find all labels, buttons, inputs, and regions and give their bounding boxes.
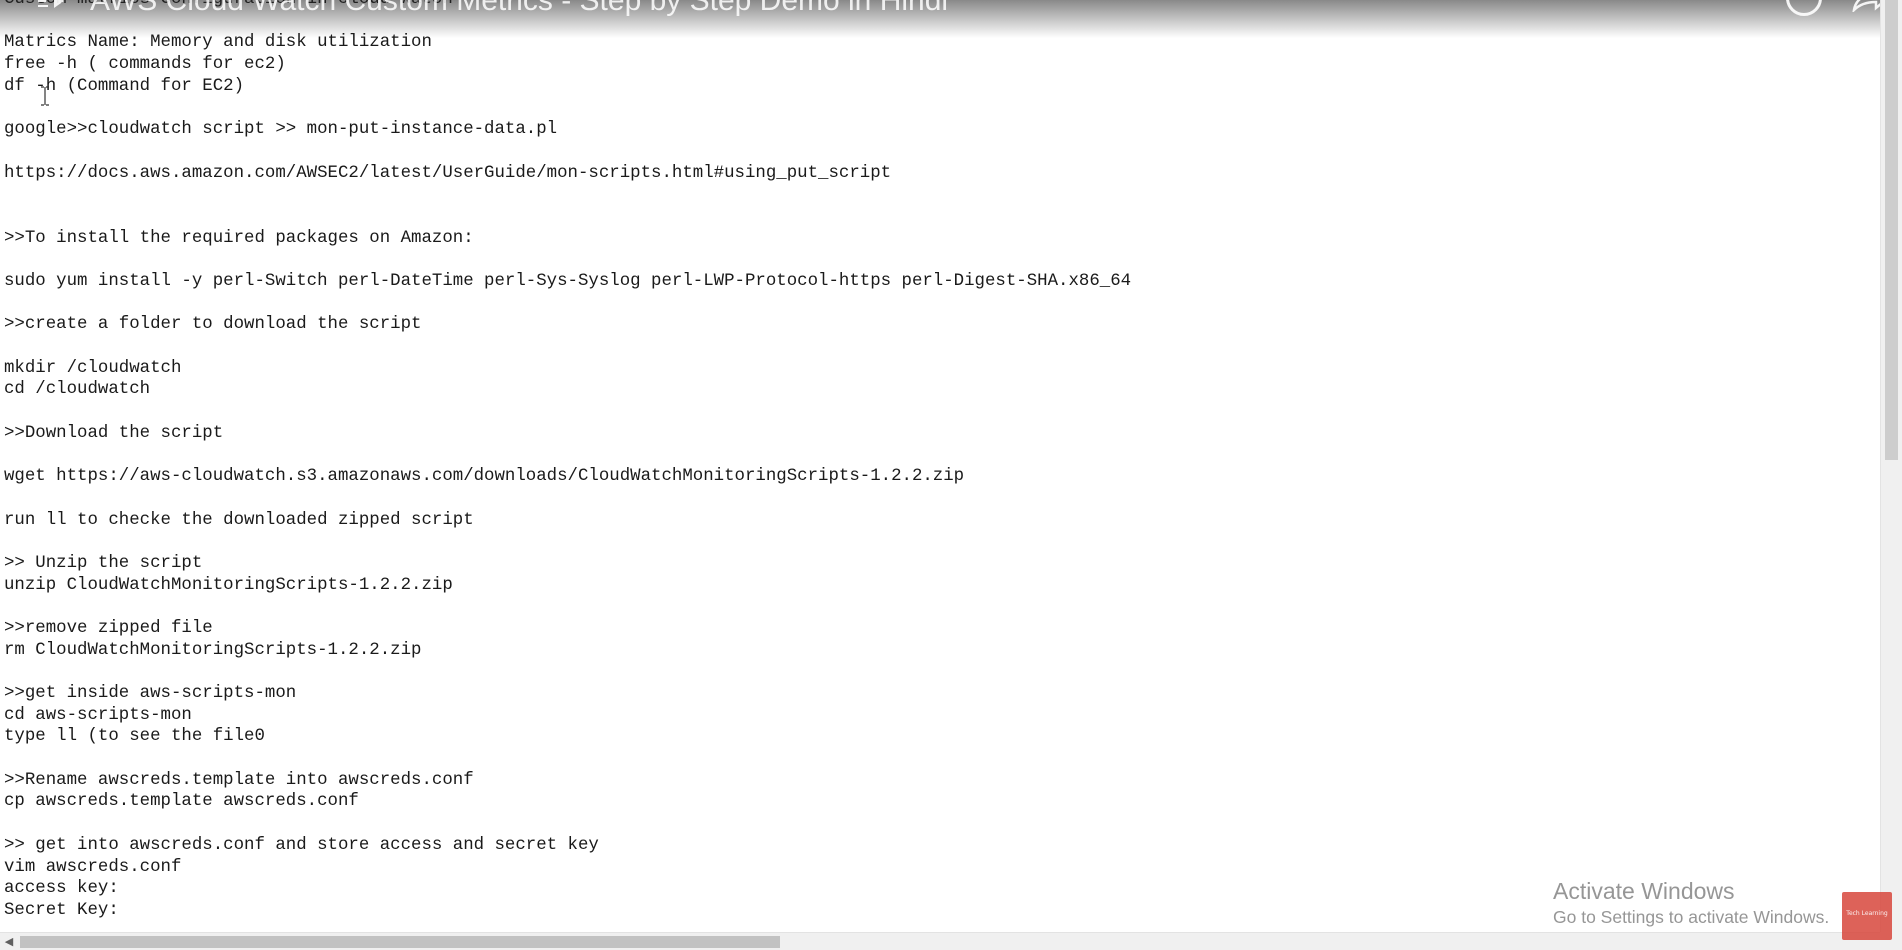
editor-lines: Custom matrics Configuration in cloud wa… <box>4 0 1131 922</box>
code-line: cp awscreds.template awscreds.conf <box>4 792 359 812</box>
horizontal-scrollbar[interactable]: ◀ <box>0 932 1880 950</box>
code-line: df -h (Command for EC2) <box>4 76 245 96</box>
code-line: wget https://aws-cloudwatch.s3.amazonaws… <box>4 467 965 487</box>
code-line: https://docs.aws.amazon.com/AWSEC2/lates… <box>4 163 892 183</box>
code-line: >>create a folder to download the script <box>4 315 422 335</box>
video-frame: Custom matrics Configuration in cloud wa… <box>0 0 1902 950</box>
code-line: vim awscreds.conf <box>4 857 182 877</box>
scroll-left-arrow-icon[interactable]: ◀ <box>2 933 16 950</box>
code-line: >> Unzip the script <box>4 553 203 573</box>
code-line: type ll (to see the file0 <box>4 727 265 747</box>
code-line: unzip CloudWatchMonitoringScripts-1.2.2.… <box>4 575 453 595</box>
watermark-title: Activate Windows <box>1553 878 1735 904</box>
code-line: free -h ( commands for ec2) <box>4 55 286 75</box>
code-line: Secret Key: <box>4 900 119 920</box>
code-line: rm CloudWatchMonitoringScripts-1.2.2.zip <box>4 640 422 660</box>
code-line: Matrics Name: Memory and disk utilizatio… <box>4 33 432 53</box>
code-line: >>Download the script <box>4 423 224 443</box>
code-line: >>get inside aws-scripts-mon <box>4 684 297 703</box>
code-line: cd aws-scripts-mon <box>4 705 192 725</box>
code-line: cd /cloudwatch <box>4 380 151 400</box>
code-line: google>>cloudwatch script >> mon-put-ins… <box>4 120 558 140</box>
vertical-scrollbar-thumb[interactable] <box>1885 0 1898 460</box>
code-line: >>Rename awscreds.template into awscreds… <box>4 770 474 790</box>
code-line: sudo yum install -y perl-Switch perl-Dat… <box>4 271 1132 291</box>
code-line: >> get into awscreds.conf and store acce… <box>4 835 599 855</box>
text-cursor-icon <box>41 86 49 106</box>
code-line: access key: <box>4 879 119 899</box>
text-editor[interactable]: Custom matrics Configuration in cloud wa… <box>0 0 1880 932</box>
code-line: >>remove zipped file <box>4 618 213 638</box>
code-line: run ll to checke the downloaded zipped s… <box>4 510 474 530</box>
activate-windows-watermark: Activate Windows Go to Settings to activ… <box>1553 877 1829 929</box>
watermark-subtitle: Go to Settings to activate Windows. <box>1553 907 1830 927</box>
horizontal-scrollbar-thumb[interactable] <box>20 936 780 948</box>
vertical-scrollbar[interactable] <box>1880 0 1902 932</box>
code-line: mkdir /cloudwatch <box>4 358 182 378</box>
code-line: >>To install the required packages on Am… <box>4 228 474 248</box>
channel-logo[interactable]: Tech Learning <box>1842 892 1892 940</box>
channel-logo-text: Tech Learning <box>1846 910 1888 917</box>
code-line: Custom matrics Configuration in cloud wa… <box>4 0 1131 11</box>
